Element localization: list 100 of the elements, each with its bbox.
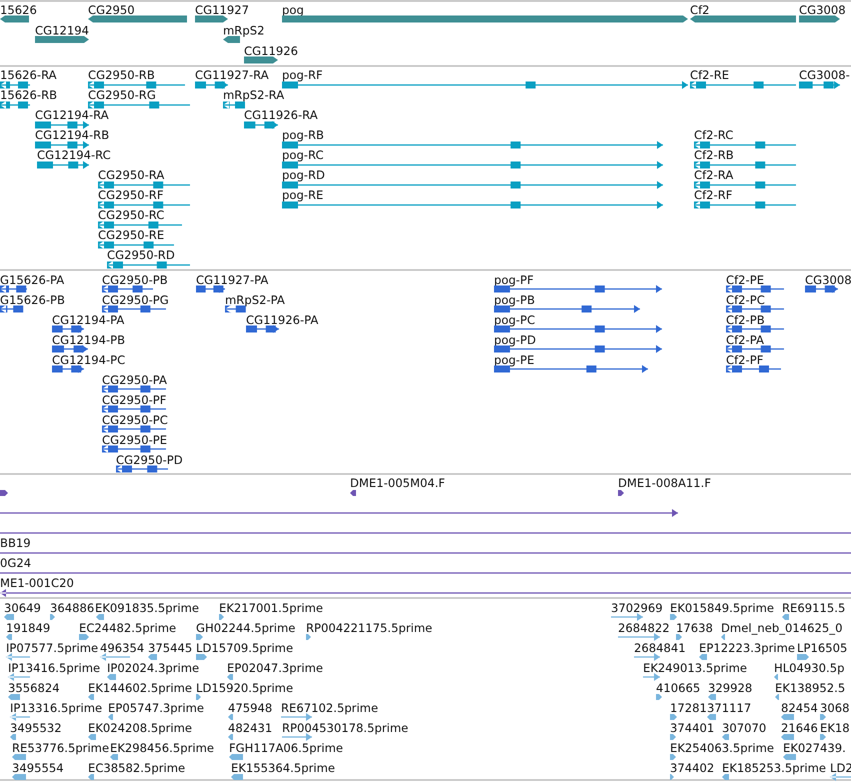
feature-label: 15626	[0, 3, 37, 17]
feature-label: G15626-PA	[0, 273, 64, 287]
feature-label: 15626-RA	[0, 68, 57, 82]
feature-label: 410665	[656, 681, 700, 695]
feature-label: EK027439.	[783, 741, 846, 755]
feature-label: CG12194-PC	[52, 353, 126, 367]
feature-label: CG2950-RC	[98, 208, 164, 222]
feature-label: pog-PD	[494, 333, 536, 347]
feature-label: 21646	[781, 721, 818, 735]
feature-label: EK298456.5prime	[110, 741, 214, 755]
feature-label: CG2950-RD	[107, 248, 175, 262]
feature-label: CG2950-RG	[88, 88, 156, 102]
feature-label: ME1-001C20	[0, 576, 74, 590]
feature-label: 17638	[676, 621, 713, 635]
feature-label: CG12194-RB	[35, 128, 110, 142]
feature-label: Dmel_neb_014625_0	[721, 621, 842, 635]
feature-label: CG2950-PB	[102, 273, 168, 287]
feature-label: CG11927	[195, 3, 249, 17]
feature-label: Cf2-RB	[694, 148, 734, 162]
feature-label: BB19	[0, 536, 31, 550]
feature-label: 364886	[50, 601, 94, 615]
feature-label: EK091835.5prime	[95, 601, 200, 615]
feature-label: EK144602.5prime	[88, 681, 192, 695]
feature-label: CG2950-RF	[98, 188, 164, 202]
feature-label: pog-PF	[494, 273, 534, 287]
feature-label: 374401	[670, 721, 714, 735]
feature-label: EK024208.5prime	[88, 721, 192, 735]
feature-label: EK217001.5prime	[219, 601, 324, 615]
feature-label: RE67102.5prime	[281, 701, 378, 715]
feature-label: mRpS2-RA	[223, 88, 284, 102]
feature-label: CG12194-PB	[52, 333, 126, 347]
feature-label: 371117	[707, 701, 752, 715]
feature-label: pog-RF	[282, 68, 323, 82]
feature-label: CG3008	[805, 273, 851, 287]
feature-label: EK185253.5prime	[722, 761, 826, 775]
feature-label: EC24482.5prime	[79, 621, 176, 635]
feature-label: CG2950-PE	[102, 433, 168, 447]
feature-label: EK254063.5prime	[670, 741, 774, 755]
feature-label: 3702969	[611, 601, 663, 615]
feature-label: Cf2-RA	[694, 168, 734, 182]
feature-label: EK155364.5prime	[231, 761, 336, 775]
feature-label: pog-PB	[494, 293, 535, 307]
feature-label: CG2950-PF	[102, 393, 166, 407]
feature-label: EK015849.5prime	[670, 601, 774, 615]
feature-label: 2684822	[618, 621, 670, 635]
feature-label: DME1-008A11.F	[618, 476, 711, 490]
feature-label: EP05747.3prime	[108, 701, 204, 715]
feature-label: 375445	[148, 641, 192, 655]
feature-label: RE53776.5prime	[12, 741, 110, 755]
feature-label: IP07577.5prime	[6, 641, 98, 655]
feature-label: EK18	[820, 721, 850, 735]
feature-label: CG3008-	[799, 68, 850, 82]
feature-label: Cf2-PF	[726, 353, 764, 367]
feature-label: CG11927-PA	[196, 273, 268, 287]
feature-label: LD15920.5prime	[196, 681, 294, 695]
feature-label: EK138952.5	[775, 681, 846, 695]
feature-label: 475948	[228, 701, 272, 715]
feature-label: mRpS2	[223, 24, 264, 38]
feature-label: Cf2	[690, 3, 710, 17]
feature-label: GH02244.5prime	[196, 621, 296, 635]
feature-label: Cf2-PC	[726, 293, 765, 307]
feature-label: mRpS2-PA	[225, 293, 285, 307]
feature-label: 191849	[6, 621, 50, 635]
feature-label: pog-RE	[282, 188, 324, 202]
feature-label: CG2950-RE	[98, 228, 164, 242]
feature-label: Cf2-PE	[726, 273, 764, 287]
feature-label: 374402	[670, 761, 714, 775]
feature-label: LP16505	[797, 641, 848, 655]
feature-label: FGH117A06.5prime	[229, 741, 344, 755]
feature-label: pog-RD	[282, 168, 325, 182]
feature-label: CG11926	[244, 44, 298, 58]
feature-label: EC38582.5prime	[88, 761, 186, 775]
feature-label: 3495532	[10, 721, 62, 735]
feature-label: CG2950-PC	[102, 413, 168, 427]
feature-label: CG2950-RA	[98, 168, 164, 182]
feature-label: CG2950-PD	[116, 453, 183, 467]
feature-label: Cf2-PB	[726, 313, 765, 327]
feature-label: CG2950	[88, 3, 135, 17]
feature-label: CG11926-PA	[246, 313, 318, 327]
feature-label: 496354	[100, 641, 144, 655]
feature-label: 17281	[670, 701, 707, 715]
feature-label: G15626-PB	[0, 293, 65, 307]
feature-label: CG12194-PA	[52, 313, 124, 327]
feature-label: RP004530178.5prime	[282, 721, 408, 735]
feature-label: 15626-RB	[0, 88, 58, 102]
feature-label: 482431	[228, 721, 272, 735]
feature-label: Cf2-RF	[694, 188, 732, 202]
feature-label: CG12194	[35, 24, 89, 38]
feature-label: IP13416.5prime	[8, 661, 100, 675]
feature-label: 329928	[708, 681, 752, 695]
feature-label: CG11927-RA	[195, 68, 269, 82]
feature-label: Cf2-PA	[726, 333, 764, 347]
feature-label: EP02047.3prime	[227, 661, 324, 675]
feature-label: IP13316.5prime	[10, 701, 102, 715]
feature-label: 3556824	[8, 681, 60, 695]
feature-label: pog-PC	[494, 313, 536, 327]
feature-label: pog-RC	[282, 148, 324, 162]
feature-label: CG3008	[799, 3, 846, 17]
feature-label: 3495554	[12, 761, 64, 775]
feature-label: EK249013.5prime	[643, 661, 748, 675]
